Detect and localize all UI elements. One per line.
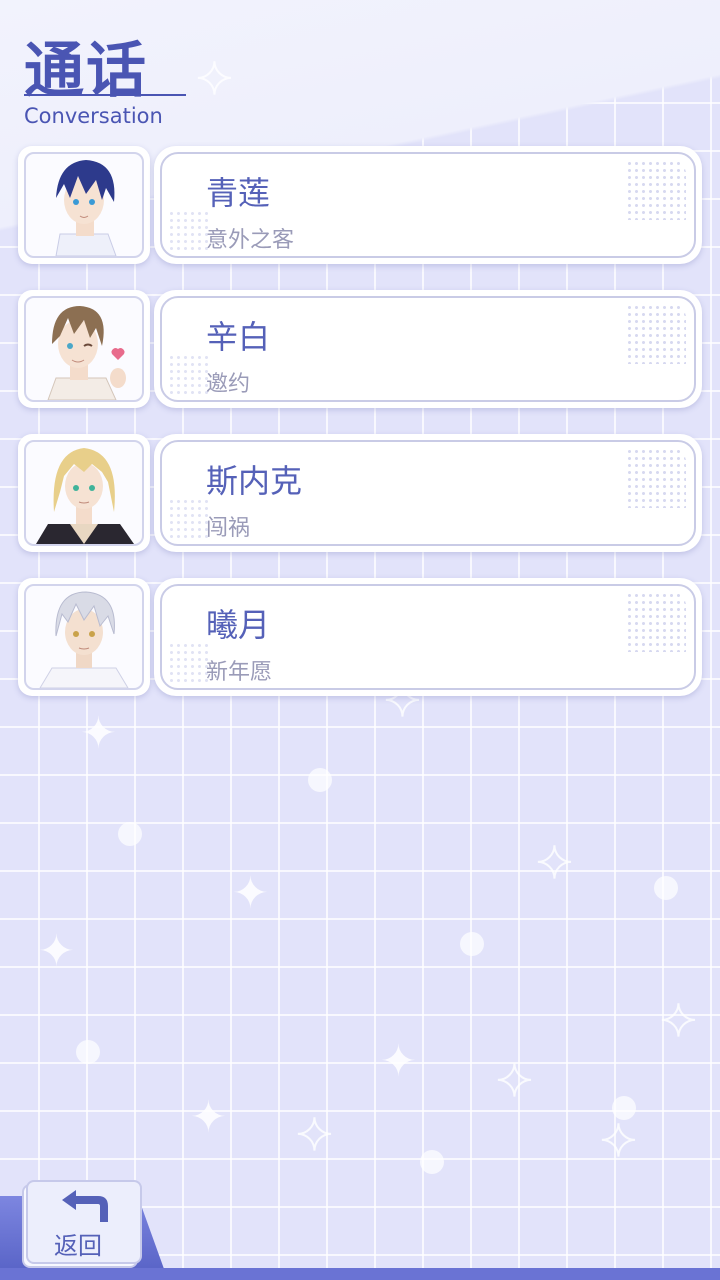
halftone-decor: [626, 592, 686, 652]
decor-dot: [460, 932, 484, 956]
decor-dot: [308, 768, 332, 792]
contact-card[interactable]: 曦月 新年愿: [154, 578, 702, 696]
back-arrow-icon: [62, 1190, 108, 1222]
sparkle-icon: ✦: [80, 708, 117, 759]
avatar-frame: [18, 578, 150, 696]
contact-topic: 意外之客: [206, 228, 295, 253]
back-button-area: 返回: [0, 1180, 200, 1280]
back-button[interactable]: 返回: [26, 1180, 142, 1264]
card-inner: 斯内克 闯祸: [160, 440, 696, 546]
contact-topic: 邀约: [206, 372, 251, 397]
sparkle-outline-icon: ✦: [495, 1056, 534, 1107]
halftone-decor: [168, 642, 208, 682]
decor-dot: [76, 1040, 100, 1064]
decor-dot: [118, 822, 142, 846]
page-subtitle: Conversation: [24, 104, 163, 128]
halftone-decor: [168, 210, 208, 250]
bottom-bar: [0, 1268, 720, 1280]
sparkle-outline-icon: ✦: [195, 54, 234, 105]
contact-row-xiyue[interactable]: 曦月 新年愿: [18, 578, 702, 698]
sparkle-outline-icon: ✦: [599, 1116, 638, 1167]
sparkle-outline-icon: ✦: [535, 838, 574, 889]
avatar-navy-hair: [24, 152, 144, 258]
halftone-decor: [626, 448, 686, 508]
sparkle-icon: ✦: [190, 1092, 227, 1143]
avatar-frame: [18, 146, 150, 264]
halftone-decor: [168, 498, 208, 538]
sparkle-icon: ✦: [380, 1036, 417, 1087]
avatar-frame: [18, 434, 150, 552]
halftone-decor: [626, 304, 686, 364]
contact-row-sineike[interactable]: 斯内克 闯祸: [18, 434, 702, 554]
halftone-decor: [168, 354, 208, 394]
decor-dot: [612, 1096, 636, 1120]
contact-name: 曦月: [206, 606, 271, 644]
sparkle-outline-icon: ✦: [295, 1110, 334, 1161]
back-button-label: 返回: [54, 1232, 102, 1260]
contact-name: 斯内克: [206, 462, 303, 500]
halftone-decor: [626, 160, 686, 220]
sparkle-icon: ✦: [38, 926, 75, 977]
title-underline: [24, 94, 186, 96]
contact-row-xinbai[interactable]: 辛白 邀约: [18, 290, 702, 410]
contact-name: 青莲: [206, 174, 271, 212]
contact-topic: 新年愿: [206, 660, 273, 685]
contact-row-qinglian[interactable]: 青莲 意外之客: [18, 146, 702, 266]
decor-dot: [654, 876, 678, 900]
avatar-frame: [18, 290, 150, 408]
avatar-brown-hair: [24, 296, 144, 402]
decor-dot: [420, 1150, 444, 1174]
card-inner: 曦月 新年愿: [160, 584, 696, 690]
contact-card[interactable]: 辛白 邀约: [154, 290, 702, 408]
card-inner: 青莲 意外之客: [160, 152, 696, 258]
contact-card[interactable]: 青莲 意外之客: [154, 146, 702, 264]
sparkle-icon: ✦: [232, 868, 269, 919]
avatar-silver-hair: [24, 584, 144, 690]
contact-topic: 闯祸: [206, 516, 251, 541]
card-inner: 辛白 邀约: [160, 296, 696, 402]
avatar-blonde-hair: [24, 440, 144, 546]
sparkle-outline-icon: ✦: [659, 996, 698, 1047]
contact-card[interactable]: 斯内克 闯祸: [154, 434, 702, 552]
contact-name: 辛白: [206, 318, 271, 356]
